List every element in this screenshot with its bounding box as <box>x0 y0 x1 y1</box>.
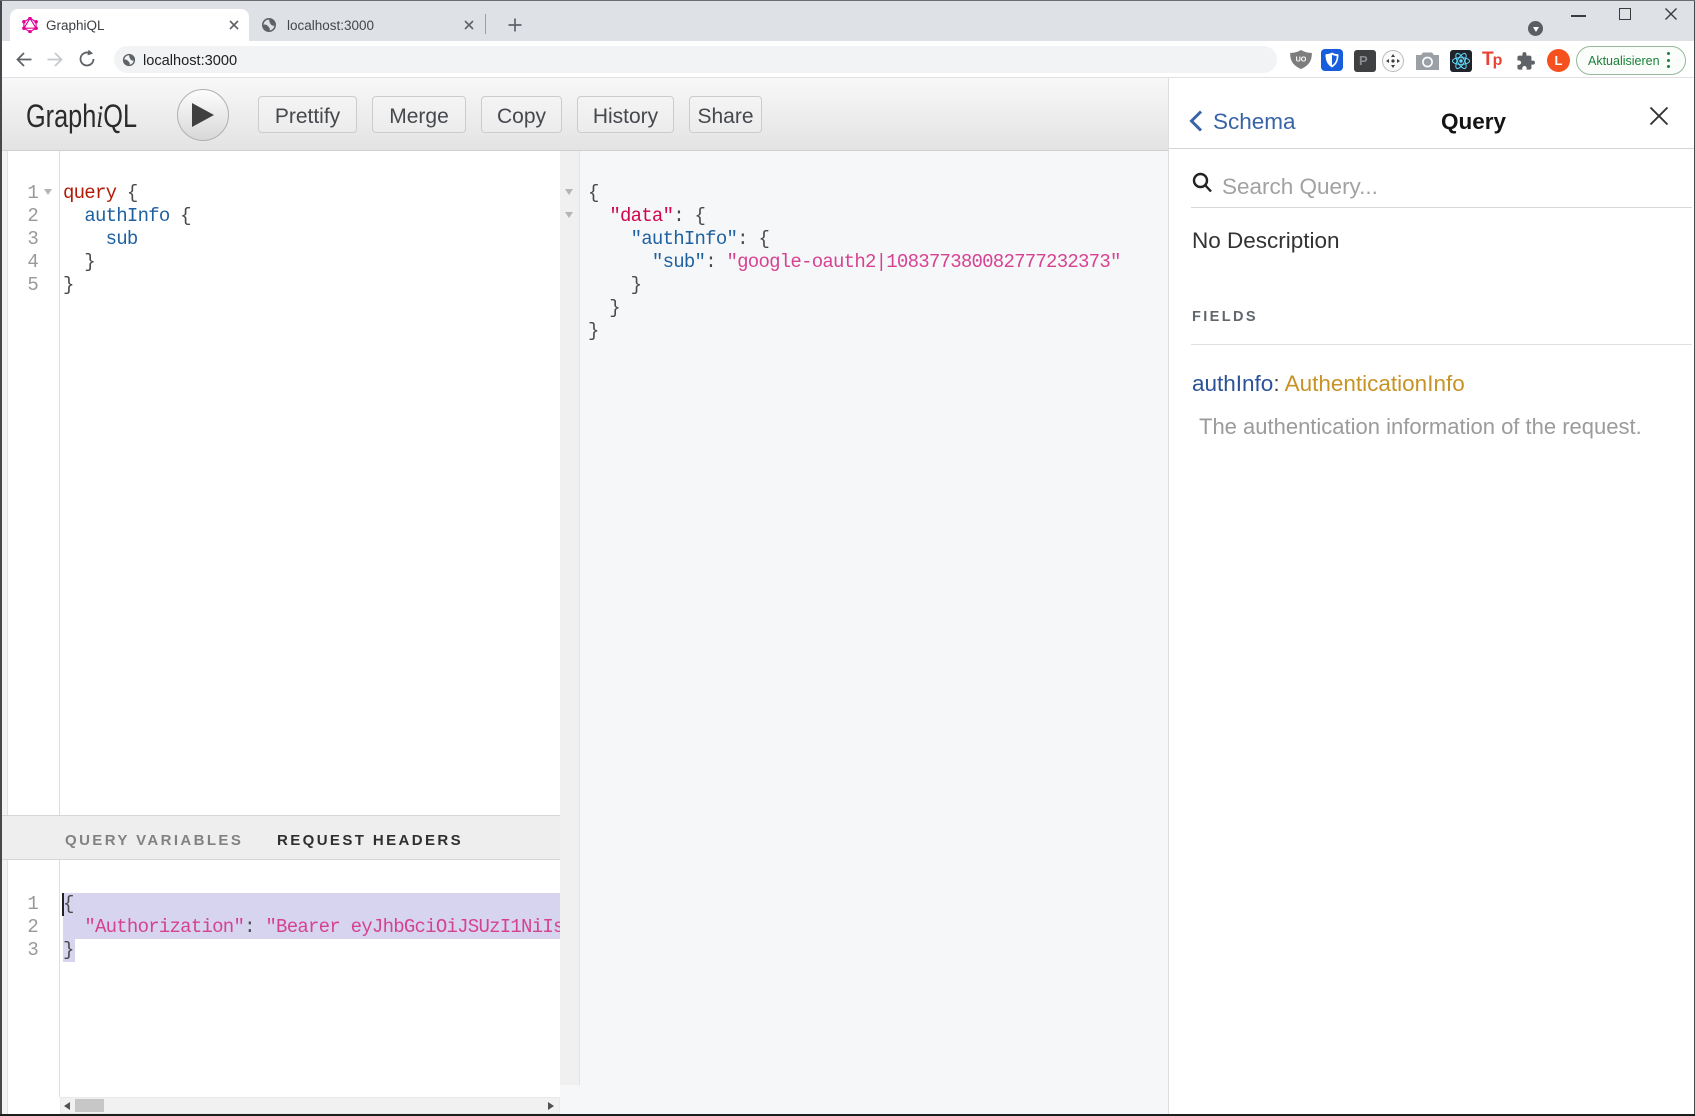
svg-text:UO: UO <box>1296 54 1307 63</box>
